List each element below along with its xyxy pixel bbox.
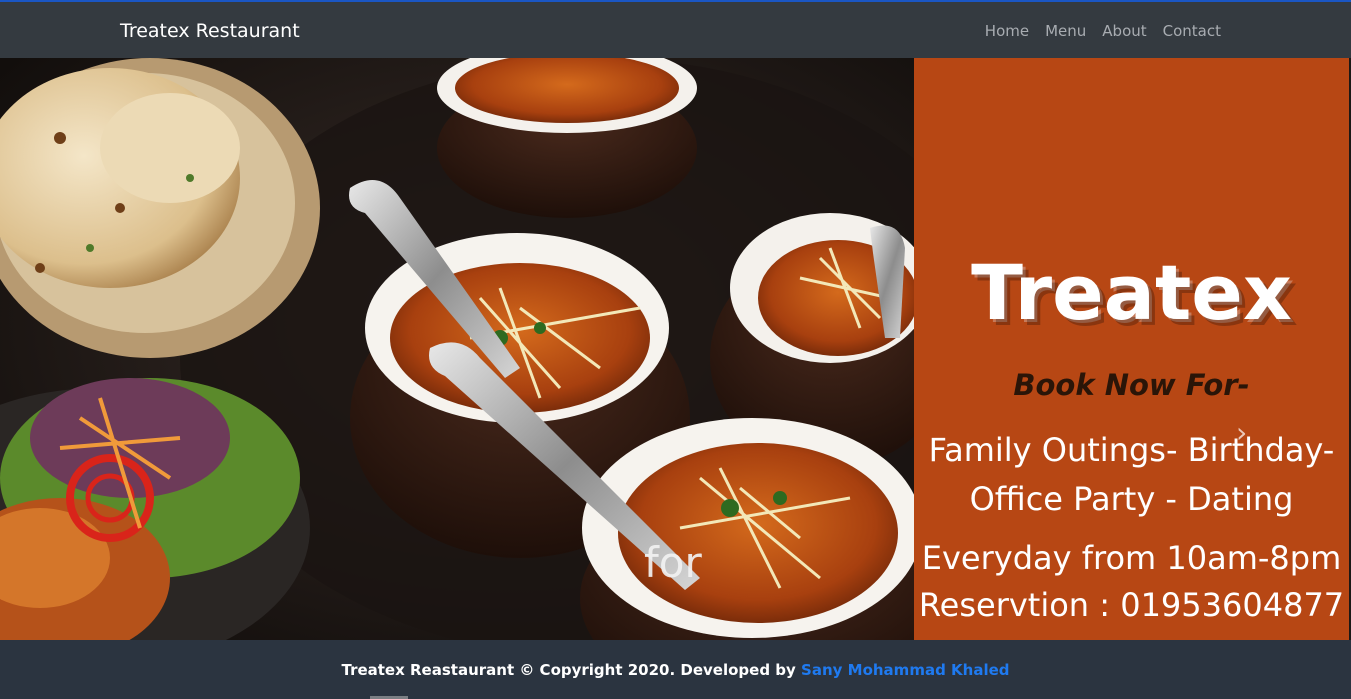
navbar: Treatex Restaurant Home Menu About Conta… bbox=[0, 0, 1351, 58]
footer-copyright: Treatex Reastaurant © Copyright 2020. De… bbox=[0, 659, 1351, 681]
promo-subtitle: Book Now For- bbox=[1013, 368, 1250, 402]
occasions-line-2: Office Party - Dating bbox=[969, 480, 1294, 518]
nav-link-home[interactable]: Home bbox=[985, 21, 1029, 41]
nav-link-contact[interactable]: Contact bbox=[1163, 21, 1221, 41]
hero-carousel: for Treatex Book Now For- Family Outings… bbox=[0, 58, 1351, 640]
copyright-text: Treatex Reastaurant © Copyright 2020. De… bbox=[341, 661, 802, 679]
hero-food-image bbox=[0, 58, 914, 640]
opening-hours: Everyday from 10am-8pm bbox=[921, 539, 1342, 577]
occasions-line-1: Family Outings- Birthday- bbox=[928, 431, 1335, 469]
promo-title: Treatex bbox=[971, 248, 1292, 337]
brand-link[interactable]: Treatex Restaurant bbox=[120, 20, 300, 42]
nav-links: Home Menu About Contact bbox=[985, 21, 1221, 41]
page: Treatex Restaurant Home Menu About Conta… bbox=[0, 0, 1351, 699]
nav-link-menu[interactable]: Menu bbox=[1045, 21, 1086, 41]
reservation-phone: Reservtion : 01953604877 bbox=[918, 586, 1345, 624]
developer-link[interactable]: Sany Mohammad Khaled bbox=[801, 661, 1009, 679]
chevron-right-icon[interactable]: › bbox=[1236, 418, 1247, 448]
footer: Treatex Reastaurant © Copyright 2020. De… bbox=[0, 640, 1351, 699]
carousel-caption: for bbox=[644, 538, 702, 587]
promo-hours: Everyday from 10am-8pm Reservtion : 0195… bbox=[914, 535, 1349, 629]
nav-link-about[interactable]: About bbox=[1102, 21, 1146, 41]
promo-panel: Treatex Book Now For- Family Outings- Bi… bbox=[914, 58, 1349, 640]
promo-occasions: Family Outings- Birthday- Office Party -… bbox=[914, 426, 1349, 524]
